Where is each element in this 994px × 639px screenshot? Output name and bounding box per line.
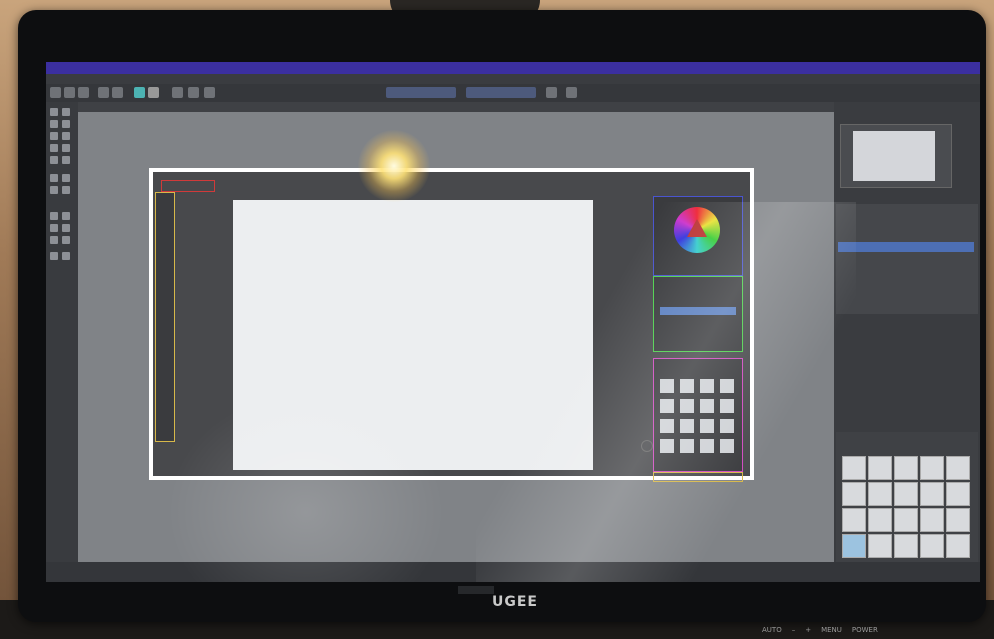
cursor-icon[interactable] — [50, 108, 58, 116]
brush-preset[interactable] — [868, 456, 892, 480]
brush-preset[interactable] — [868, 534, 892, 558]
transform-tool-icon[interactable] — [62, 174, 70, 182]
blend-mode-icon[interactable] — [204, 87, 215, 98]
fill-pattern-icon[interactable] — [172, 87, 183, 98]
brush-preset[interactable] — [920, 456, 944, 480]
pan-tool-icon[interactable] — [62, 252, 70, 260]
redo-icon[interactable] — [112, 87, 123, 98]
brush-preset[interactable] — [946, 534, 970, 558]
new-file-icon[interactable] — [50, 87, 61, 98]
screen-reflection — [476, 202, 856, 582]
background-color-swatch[interactable] — [148, 87, 159, 98]
menu-button[interactable]: MENU — [821, 626, 842, 634]
assistant-tool-icon[interactable] — [50, 236, 58, 244]
brush-preset[interactable] — [894, 508, 918, 532]
select-ellipse-icon[interactable] — [62, 212, 70, 220]
brand-logo: UGEE — [492, 594, 538, 610]
brush-preset[interactable] — [868, 482, 892, 506]
save-icon[interactable] — [78, 87, 89, 98]
window-titlebar[interactable] — [46, 62, 980, 74]
polygon-tool-icon[interactable] — [62, 144, 70, 152]
pen-display-monitor: UGEE — [18, 10, 986, 622]
text-tool-icon[interactable] — [62, 108, 70, 116]
brush-preset[interactable] — [894, 456, 918, 480]
lasso-icon[interactable] — [50, 224, 58, 232]
brush-preset[interactable] — [920, 482, 944, 506]
brush-preset[interactable] — [946, 482, 970, 506]
lamp-glare — [358, 130, 430, 202]
ellipse-icon[interactable] — [50, 144, 58, 152]
layers-docker — [836, 204, 978, 314]
brush-preset[interactable] — [894, 534, 918, 558]
brush-preset[interactable] — [894, 482, 918, 506]
main-toolbar — [46, 84, 980, 102]
brush-preset[interactable] — [946, 456, 970, 480]
layer-row[interactable] — [838, 242, 974, 252]
menu-bar — [46, 74, 980, 84]
highlight-red-box — [161, 180, 215, 192]
gradient-tool-icon[interactable] — [62, 156, 70, 164]
wrap-icon[interactable] — [566, 87, 577, 98]
overview-thumbnail[interactable] — [853, 131, 935, 181]
toolbox — [46, 102, 78, 582]
eraser-icon[interactable] — [62, 120, 70, 128]
brush-preset-icon[interactable] — [188, 87, 199, 98]
brush-preset[interactable] — [920, 508, 944, 532]
crop-tool-icon[interactable] — [50, 186, 58, 194]
bezel-plate — [458, 586, 494, 594]
brush-preset[interactable] — [920, 534, 944, 558]
undo-icon[interactable] — [98, 87, 109, 98]
select-rect-icon[interactable] — [50, 212, 58, 220]
open-file-icon[interactable] — [64, 87, 75, 98]
brush-preset[interactable] — [946, 508, 970, 532]
foreground-color-swatch[interactable] — [134, 87, 145, 98]
measure-tool-icon[interactable] — [62, 236, 70, 244]
rectangle-icon[interactable] — [62, 132, 70, 140]
minus-button[interactable]: – — [792, 626, 796, 634]
power-button[interactable]: POWER — [852, 626, 878, 634]
brush-preset[interactable] — [868, 508, 892, 532]
mirror-icon[interactable] — [546, 87, 557, 98]
bezel-buttons: AUTO – + MENU POWER — [762, 626, 912, 634]
auto-button[interactable]: AUTO — [762, 626, 782, 634]
picker-tool-icon[interactable] — [62, 186, 70, 194]
line-tool-icon[interactable] — [50, 132, 58, 140]
plus-button[interactable]: + — [805, 626, 811, 634]
size-slider[interactable] — [466, 87, 536, 98]
opacity-slider[interactable] — [386, 87, 456, 98]
zoom-tool-icon[interactable] — [50, 252, 58, 260]
fill-tool-icon[interactable] — [50, 156, 58, 164]
document-tab-bar — [78, 102, 834, 112]
magic-wand-icon[interactable] — [62, 224, 70, 232]
screen-reflection — [166, 392, 446, 582]
move-tool-icon[interactable] — [50, 174, 58, 182]
monitor-screen — [46, 62, 980, 582]
brush-presets-docker — [836, 432, 978, 562]
brush-icon[interactable] — [50, 120, 58, 128]
overview-docker — [840, 124, 952, 188]
